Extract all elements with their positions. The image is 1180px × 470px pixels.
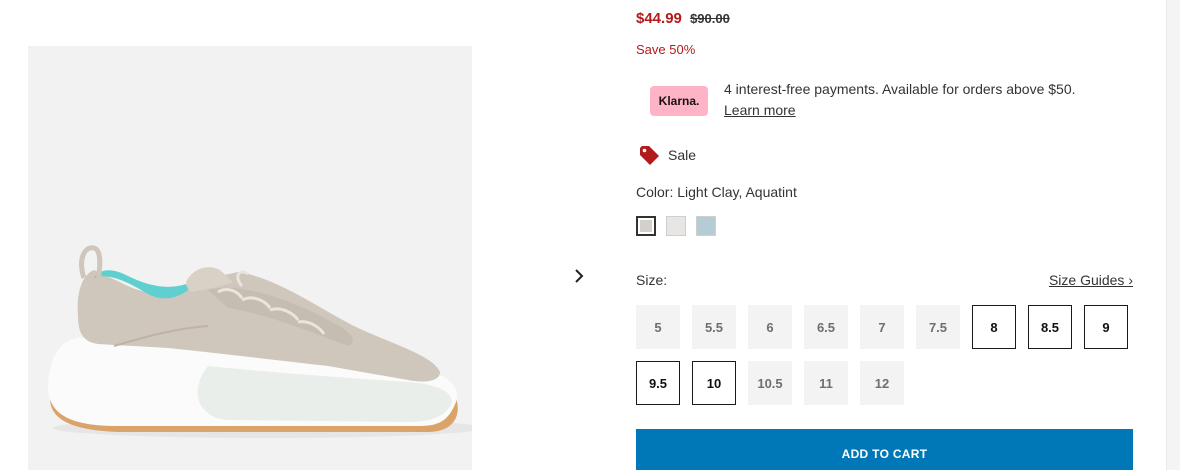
size-label: Size: xyxy=(636,272,668,288)
price-row: $44.99 $90.00 xyxy=(636,10,730,27)
size-guide-link[interactable]: Size Guides › xyxy=(1049,272,1133,288)
size-option-10-5[interactable]: 10.5 xyxy=(748,361,792,405)
size-option-9[interactable]: 9 xyxy=(1084,305,1128,349)
color-swatch[interactable] xyxy=(636,216,656,236)
size-options: 5 5.5 6 6.5 7 7.5 8 8.5 9 9.5 10 10.5 11 12 xyxy=(636,305,1136,405)
size-option-10[interactable]: 10 xyxy=(692,361,736,405)
color-swatches xyxy=(636,216,716,236)
shoe-illustration xyxy=(48,245,472,438)
scrollbar[interactable] xyxy=(1166,0,1180,470)
klarna-logo: Klarna. xyxy=(650,86,708,116)
color-swatch[interactable] xyxy=(666,216,686,236)
price-tag-icon xyxy=(640,146,659,165)
add-to-cart-label: ADD TO CART xyxy=(841,446,928,461)
chevron-right-icon xyxy=(575,269,584,283)
add-to-cart-button[interactable]: ADD TO CART xyxy=(636,429,1133,470)
product-image[interactable] xyxy=(28,46,472,470)
size-option-9-5[interactable]: 9.5 xyxy=(636,361,680,405)
next-image-button[interactable] xyxy=(568,265,590,287)
size-option-5-5[interactable]: 5.5 xyxy=(692,305,736,349)
size-option-8-5[interactable]: 8.5 xyxy=(1028,305,1072,349)
klarna-message: 4 interest-free payments. Available for … xyxy=(724,81,1076,97)
product-page: $44.99 $90.00 Save 50% Klarna. 4 interes… xyxy=(0,0,1180,470)
sale-label: Sale xyxy=(668,147,697,163)
color-label: Color: Light Clay, Aquatint xyxy=(636,184,797,200)
savings-text: Save 50% xyxy=(636,42,696,57)
size-option-7[interactable]: 7 xyxy=(860,305,904,349)
size-option-8[interactable]: 8 xyxy=(972,305,1016,349)
size-option-6[interactable]: 6 xyxy=(748,305,792,349)
original-price: $90.00 xyxy=(690,11,730,26)
klarna-learn-more-link[interactable]: Learn more xyxy=(724,102,796,118)
product-details: $44.99 $90.00 Save 50% Klarna. 4 interes… xyxy=(636,0,1136,470)
size-option-7-5[interactable]: 7.5 xyxy=(916,305,960,349)
klarna-banner: Klarna. 4 interest-free payments. Availa… xyxy=(650,80,1120,122)
size-option-6-5[interactable]: 6.5 xyxy=(804,305,848,349)
size-option-11[interactable]: 11 xyxy=(804,361,848,405)
sale-price: $44.99 xyxy=(636,10,682,27)
sale-badge: Sale xyxy=(638,144,696,166)
size-option-12[interactable]: 12 xyxy=(860,361,904,405)
size-option-5[interactable]: 5 xyxy=(636,305,680,349)
color-swatch[interactable] xyxy=(696,216,716,236)
